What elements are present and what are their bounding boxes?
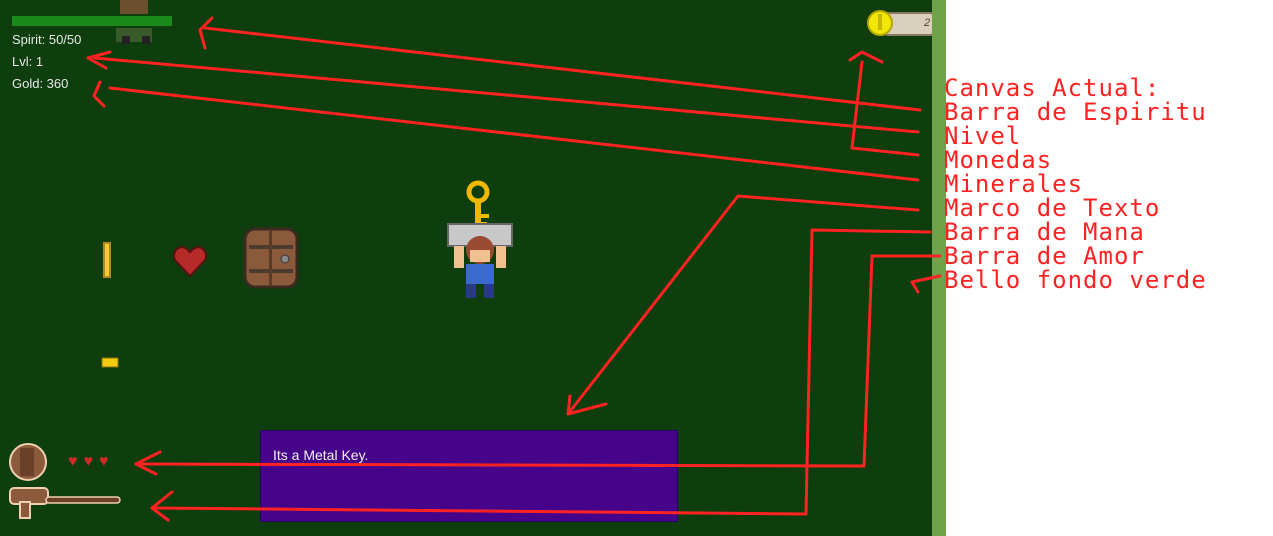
annotation-line-6: Barra de Mana <box>944 218 1145 246</box>
annotation-line-8: Bello fondo verde <box>944 266 1207 294</box>
annotation-line-0: Canvas Actual: <box>944 74 1161 102</box>
annotation-line-4: Minerales <box>944 170 1084 198</box>
annotation-line-5: Marco de Texto <box>944 194 1161 222</box>
annotation-line-3: Monedas <box>944 146 1053 174</box>
annotation-line-1: Barra de Espiritu <box>944 98 1207 126</box>
annotation-line-7: Barra de Amor <box>944 242 1145 270</box>
annotation-line-2: Nivel <box>944 122 1022 150</box>
